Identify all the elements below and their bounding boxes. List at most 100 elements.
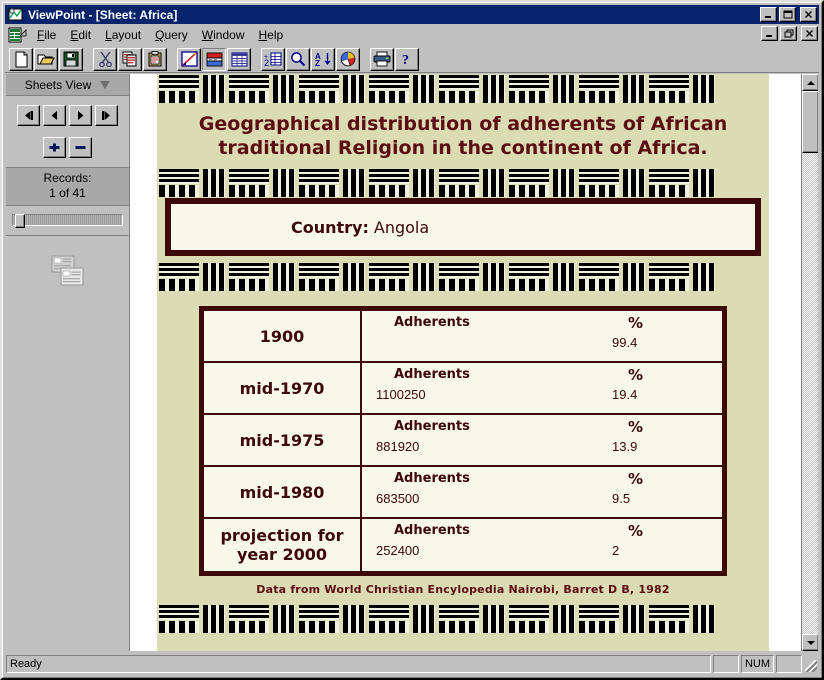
adherents-value[interactable]: 683500: [376, 490, 558, 507]
kente-block-stripes: [157, 168, 201, 198]
kente-block-stripes: [297, 168, 341, 198]
menu-help[interactable]: Help: [251, 26, 290, 44]
title-bar: ViewPoint - [Sheet: Africa]: [5, 5, 819, 24]
percent-column: % 2: [558, 519, 722, 571]
child-restore-button[interactable]: [780, 26, 797, 41]
find-button[interactable]: [286, 47, 310, 71]
table-view-button[interactable]: [227, 47, 251, 71]
help-button[interactable]: ?: [395, 47, 419, 71]
status-num-indicator: NUM: [741, 655, 774, 673]
remove-record-button[interactable]: [69, 137, 92, 158]
kente-block-bars: [481, 262, 507, 292]
adherents-value[interactable]: 1100250: [376, 386, 558, 403]
child-minimize-button[interactable]: [761, 26, 778, 41]
adherents-value[interactable]: [376, 334, 558, 351]
table-row[interactable]: projection for year 2000 Adherents 25240…: [204, 519, 722, 571]
sheets-view-button[interactable]: [202, 47, 226, 71]
sidebar-header-label: Sheets View: [24, 77, 92, 92]
row-year-label: projection for: [220, 526, 344, 545]
minimize-button[interactable]: [760, 7, 777, 22]
menu-bar: File Edit Layout Query Window Help: [5, 25, 819, 45]
open-button[interactable]: [34, 47, 58, 71]
maximize-button[interactable]: [779, 7, 796, 22]
adherents-value[interactable]: 881920: [376, 438, 558, 455]
child-close-button[interactable]: [801, 26, 818, 41]
prev-record-button[interactable]: [43, 105, 66, 126]
kente-block-stripes: [577, 168, 621, 198]
kente-block-bars: [341, 74, 367, 104]
kente-block-bars: [481, 168, 507, 198]
adherents-column: Adherents 683500: [362, 467, 558, 517]
design-view-button[interactable]: [177, 47, 201, 71]
document-sheet-icon[interactable]: [7, 27, 27, 44]
table-row[interactable]: 1900 Adherents % 99.4: [204, 311, 722, 363]
chevron-down-icon[interactable]: [100, 80, 111, 89]
kente-block-stripes: [507, 262, 551, 292]
close-button[interactable]: [800, 7, 817, 22]
percent-value[interactable]: 99.4: [558, 334, 722, 351]
percent-value[interactable]: 13.9: [558, 438, 722, 455]
add-record-button[interactable]: [43, 137, 66, 158]
calculate-button[interactable]: + 2: [261, 47, 285, 71]
vertical-scrollbar[interactable]: [801, 74, 818, 651]
record-addremove-row: [6, 137, 129, 158]
next-record-button[interactable]: [69, 105, 92, 126]
kente-block-stripes: [227, 262, 271, 292]
window-controls: [760, 7, 817, 22]
sidebar-icon-area: [6, 236, 129, 651]
menu-edit[interactable]: Edit: [63, 26, 98, 44]
percent-column: % 99.4: [558, 311, 722, 361]
record-slider[interactable]: [12, 214, 123, 228]
source-footnote: Data from World Christian Encylopedia Na…: [256, 583, 670, 596]
new-button[interactable]: [9, 47, 33, 71]
table-row[interactable]: mid-1980 Adherents 683500 % 9.5: [204, 467, 722, 519]
row-year-label: mid-1970: [239, 378, 325, 398]
scroll-up-button[interactable]: [802, 74, 818, 91]
cut-button[interactable]: [93, 47, 117, 71]
chart-button[interactable]: [336, 47, 360, 71]
kente-block-stripes: [437, 74, 481, 104]
scrollbar-track[interactable]: [802, 153, 818, 634]
kente-block-stripes: [647, 262, 691, 292]
row-year-label-line2: year 2000: [236, 545, 328, 564]
first-record-button[interactable]: [17, 105, 40, 126]
scrollbar-thumb[interactable]: [802, 91, 818, 153]
resize-grip[interactable]: [804, 655, 818, 673]
adherents-table: 1900 Adherents % 99.4 mid-1970 Adherents…: [199, 306, 727, 576]
kente-block-bars: [621, 262, 647, 292]
kente-block-bars: [691, 604, 717, 634]
kente-block-bars: [621, 74, 647, 104]
copy-button[interactable]: [118, 47, 142, 71]
menu-window[interactable]: Window: [195, 26, 252, 44]
menu-layout[interactable]: Layout: [98, 26, 148, 44]
kente-block-stripes: [647, 168, 691, 198]
percent-value[interactable]: 19.4: [558, 386, 722, 403]
scroll-down-button[interactable]: [802, 634, 818, 651]
kente-block-bars: [481, 74, 507, 104]
save-button[interactable]: [59, 47, 83, 71]
sheet-title-line1: Geographical distribution of adherents o…: [198, 113, 728, 135]
percent-value[interactable]: 2: [558, 542, 722, 559]
percent-value[interactable]: 9.5: [558, 490, 722, 507]
country-value[interactable]: Angola: [374, 218, 429, 237]
record-slider-thumb[interactable]: [15, 214, 25, 228]
kente-block-bars: [411, 604, 437, 634]
sidebar-header[interactable]: Sheets View: [6, 74, 129, 96]
table-row[interactable]: mid-1970 Adherents 1100250 % 19.4: [204, 363, 722, 415]
row-year-cell: projection for year 2000: [204, 519, 362, 571]
menu-query[interactable]: Query: [148, 26, 195, 44]
kente-block-stripes: [227, 604, 271, 634]
adherents-value[interactable]: 252400: [376, 542, 558, 559]
kente-block-stripes: [507, 168, 551, 198]
paste-button[interactable]: [143, 47, 167, 71]
table-row[interactable]: mid-1975 Adherents 881920 % 13.9: [204, 415, 722, 467]
row-year-cell: mid-1975: [204, 415, 362, 465]
kente-block-stripes: [297, 604, 341, 634]
percent-header: %: [628, 366, 644, 384]
percent-column: % 19.4: [558, 363, 722, 413]
last-record-button[interactable]: [95, 105, 118, 126]
print-button[interactable]: [370, 47, 394, 71]
sort-button[interactable]: A Z: [311, 47, 335, 71]
menu-file[interactable]: File: [30, 26, 63, 44]
kente-block-stripes: [157, 74, 201, 104]
